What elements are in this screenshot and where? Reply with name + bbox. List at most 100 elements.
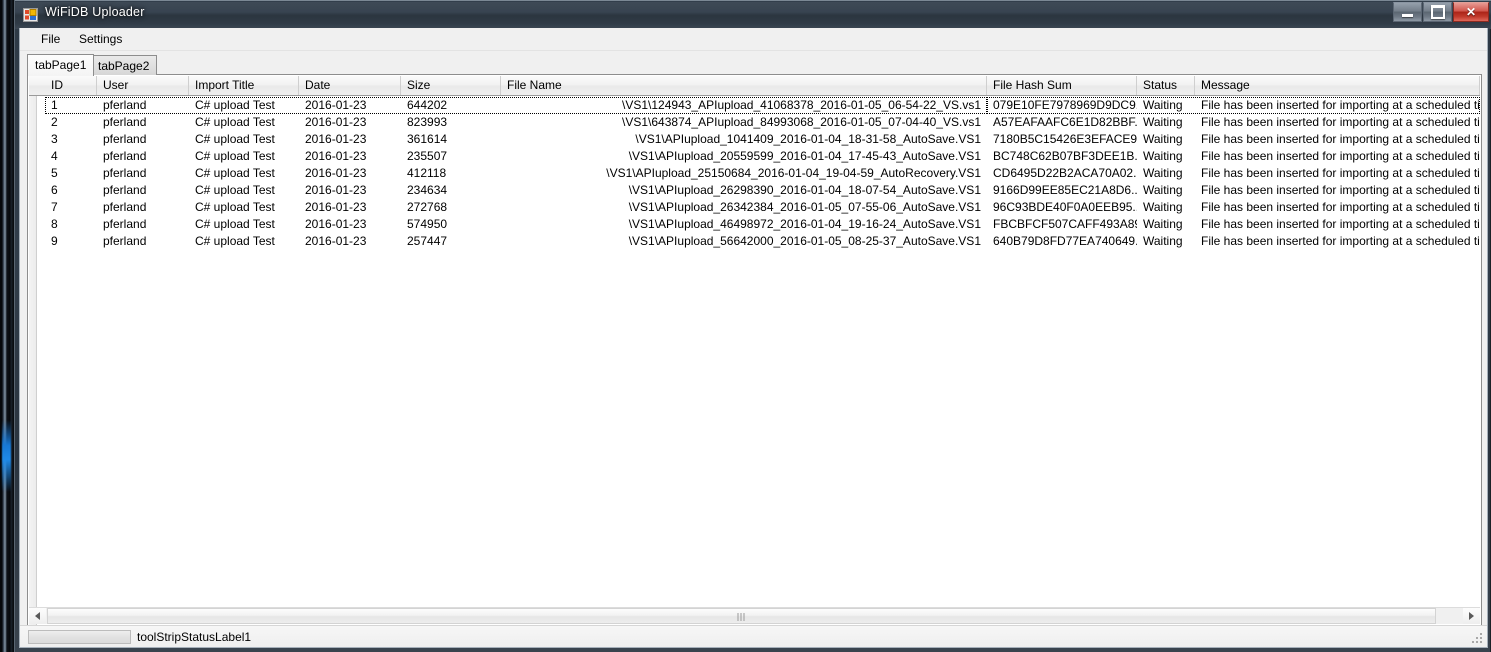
cell-title[interactable]: C# upload Test [189,148,299,165]
cell-message[interactable]: File has been inserted for importing at … [1195,165,1480,182]
resize-grip-icon[interactable] [1472,633,1484,645]
cell-id[interactable]: 1 [45,97,97,114]
grid-column-header-id[interactable]: ID [45,76,97,95]
cell-date[interactable]: 2016-01-23 [299,182,401,199]
scroll-left-icon[interactable] [29,608,46,624]
table-row[interactable]: 6 pferland C# upload Test 2016-01-23 234634 \… [29,182,1480,199]
cell-size[interactable]: 574950 [401,216,501,233]
cell-user[interactable]: pferland [97,182,189,199]
close-button[interactable]: ✕ [1453,2,1489,22]
grid-column-header-date[interactable]: Date [299,76,401,95]
cell-message[interactable]: File has been inserted for importing at … [1195,131,1480,148]
data-grid[interactable]: ID User Import Title Date Size File Name File … [29,76,1480,626]
cell-date[interactable]: 2016-01-23 [299,165,401,182]
table-row[interactable]: 5 pferland C# upload Test 2016-01-23 412118 \… [29,165,1480,182]
cell-hash[interactable]: 640B79D8FD77EA740649... [987,233,1137,250]
cell-title[interactable]: C# upload Test [189,131,299,148]
cell-hash[interactable]: 079E10FE7978969D9DC9... [987,97,1137,114]
cell-message[interactable]: File has been inserted for importing at … [1195,182,1480,199]
cell-size[interactable]: 644202 [401,97,501,114]
table-row[interactable]: 7 pferland C# upload Test 2016-01-23 272768 \… [29,199,1480,216]
grid-column-header-message[interactable]: Message [1195,76,1480,95]
cell-hash[interactable]: 9166D99EE85EC21A8D6... [987,182,1137,199]
cell-date[interactable]: 2016-01-23 [299,131,401,148]
cell-date[interactable]: 2016-01-23 [299,148,401,165]
cell-filename[interactable]: \VS1\APIupload_46498972_2016-01-04_19-16… [501,216,987,233]
tab-tabpage2[interactable]: tabPage2 [90,55,158,75]
cell-id[interactable]: 4 [45,148,97,165]
cell-status[interactable]: Waiting [1137,216,1195,233]
scroll-right-icon[interactable] [1463,608,1480,624]
cell-size[interactable]: 361614 [401,131,501,148]
cell-message[interactable]: File has been inserted for importing at … [1195,216,1480,233]
grid-column-header-status[interactable]: Status [1137,76,1195,95]
cell-date[interactable]: 2016-01-23 [299,216,401,233]
cell-status[interactable]: Waiting [1137,148,1195,165]
cell-title[interactable]: C# upload Test [189,114,299,131]
menu-item-settings[interactable]: Settings [72,31,129,48]
minimize-button[interactable] [1393,2,1422,22]
cell-title[interactable]: C# upload Test [189,216,299,233]
cell-user[interactable]: pferland [97,165,189,182]
grid-column-header-size[interactable]: Size [401,76,501,95]
cell-hash[interactable]: BC748C62B07BF3DEE1B... [987,148,1137,165]
cell-status[interactable]: Waiting [1137,233,1195,250]
cell-id[interactable]: 7 [45,199,97,216]
table-row[interactable]: 2 pferland C# upload Test 2016-01-23 823993 \… [29,114,1480,131]
cell-status[interactable]: Waiting [1137,199,1195,216]
cell-id[interactable]: 2 [45,114,97,131]
cell-filename[interactable]: \VS1\APIupload_20559599_2016-01-04_17-45… [501,148,987,165]
grid-column-header-hash[interactable]: File Hash Sum [987,76,1137,95]
cell-status[interactable]: Waiting [1137,165,1195,182]
cell-filename[interactable]: \VS1\APIupload_25150684_2016-01-04_19-04… [501,165,987,182]
cell-id[interactable]: 3 [45,131,97,148]
cell-filename[interactable]: \VS1\124943_APIupload_41068378_2016-01-0… [501,97,987,114]
title-bar[interactable]: WiFiDB Uploader ✕ [15,0,1491,29]
horizontal-scrollbar[interactable] [29,607,1480,624]
cell-status[interactable]: Waiting [1137,114,1195,131]
cell-status[interactable]: Waiting [1137,131,1195,148]
cell-message[interactable]: File has been inserted for importing at … [1195,233,1480,250]
cell-user[interactable]: pferland [97,131,189,148]
cell-hash[interactable]: FBCBFCF507CAFF493A89... [987,216,1137,233]
cell-size[interactable]: 257447 [401,233,501,250]
cell-user[interactable]: pferland [97,97,189,114]
cell-message[interactable]: File has been inserted for importing at … [1195,114,1480,131]
cell-user[interactable]: pferland [97,199,189,216]
cell-id[interactable]: 9 [45,233,97,250]
cell-size[interactable]: 412118 [401,165,501,182]
cell-hash[interactable]: 96C93BDE40F0A0EEB95... [987,199,1137,216]
cell-title[interactable]: C# upload Test [189,233,299,250]
cell-user[interactable]: pferland [97,148,189,165]
cell-status[interactable]: Waiting [1137,97,1195,114]
cell-title[interactable]: C# upload Test [189,199,299,216]
cell-title[interactable]: C# upload Test [189,165,299,182]
cell-status[interactable]: Waiting [1137,182,1195,199]
cell-title[interactable]: C# upload Test [189,97,299,114]
cell-id[interactable]: 6 [45,182,97,199]
table-row[interactable]: 1 pferland C# upload Test 2016-01-23 644202 \… [29,97,1480,114]
cell-filename[interactable]: \VS1\APIupload_56642000_2016-01-05_08-25… [501,233,987,250]
cell-hash[interactable]: A57EAFAAFC6E1D82BBF... [987,114,1137,131]
cell-date[interactable]: 2016-01-23 [299,199,401,216]
cell-size[interactable]: 234634 [401,182,501,199]
cell-date[interactable]: 2016-01-23 [299,97,401,114]
cell-size[interactable]: 272768 [401,199,501,216]
menu-item-file[interactable]: File [34,31,67,48]
table-row[interactable]: 3 pferland C# upload Test 2016-01-23 361614 \… [29,131,1480,148]
table-row[interactable]: 9 pferland C# upload Test 2016-01-23 257447 \… [29,233,1480,250]
grid-column-header-filename[interactable]: File Name [501,76,987,95]
cell-message[interactable]: File has been inserted for importing at … [1195,97,1480,114]
maximize-button[interactable] [1423,2,1452,22]
tab-tabpage1[interactable]: tabPage1 [27,54,95,76]
table-row[interactable]: 8 pferland C# upload Test 2016-01-23 574950 \… [29,216,1480,233]
cell-id[interactable]: 5 [45,165,97,182]
scrollbar-thumb[interactable] [47,608,1436,624]
cell-hash[interactable]: CD6495D22B2ACA70A02... [987,165,1137,182]
cell-filename[interactable]: \VS1\643874_APIupload_84993068_2016-01-0… [501,114,987,131]
cell-date[interactable]: 2016-01-23 [299,114,401,131]
grid-column-header-title[interactable]: Import Title [189,76,299,95]
cell-filename[interactable]: \VS1\APIupload_26298390_2016-01-04_18-07… [501,182,987,199]
cell-message[interactable]: File has been inserted for importing at … [1195,199,1480,216]
table-row[interactable]: 4 pferland C# upload Test 2016-01-23 235507 \… [29,148,1480,165]
